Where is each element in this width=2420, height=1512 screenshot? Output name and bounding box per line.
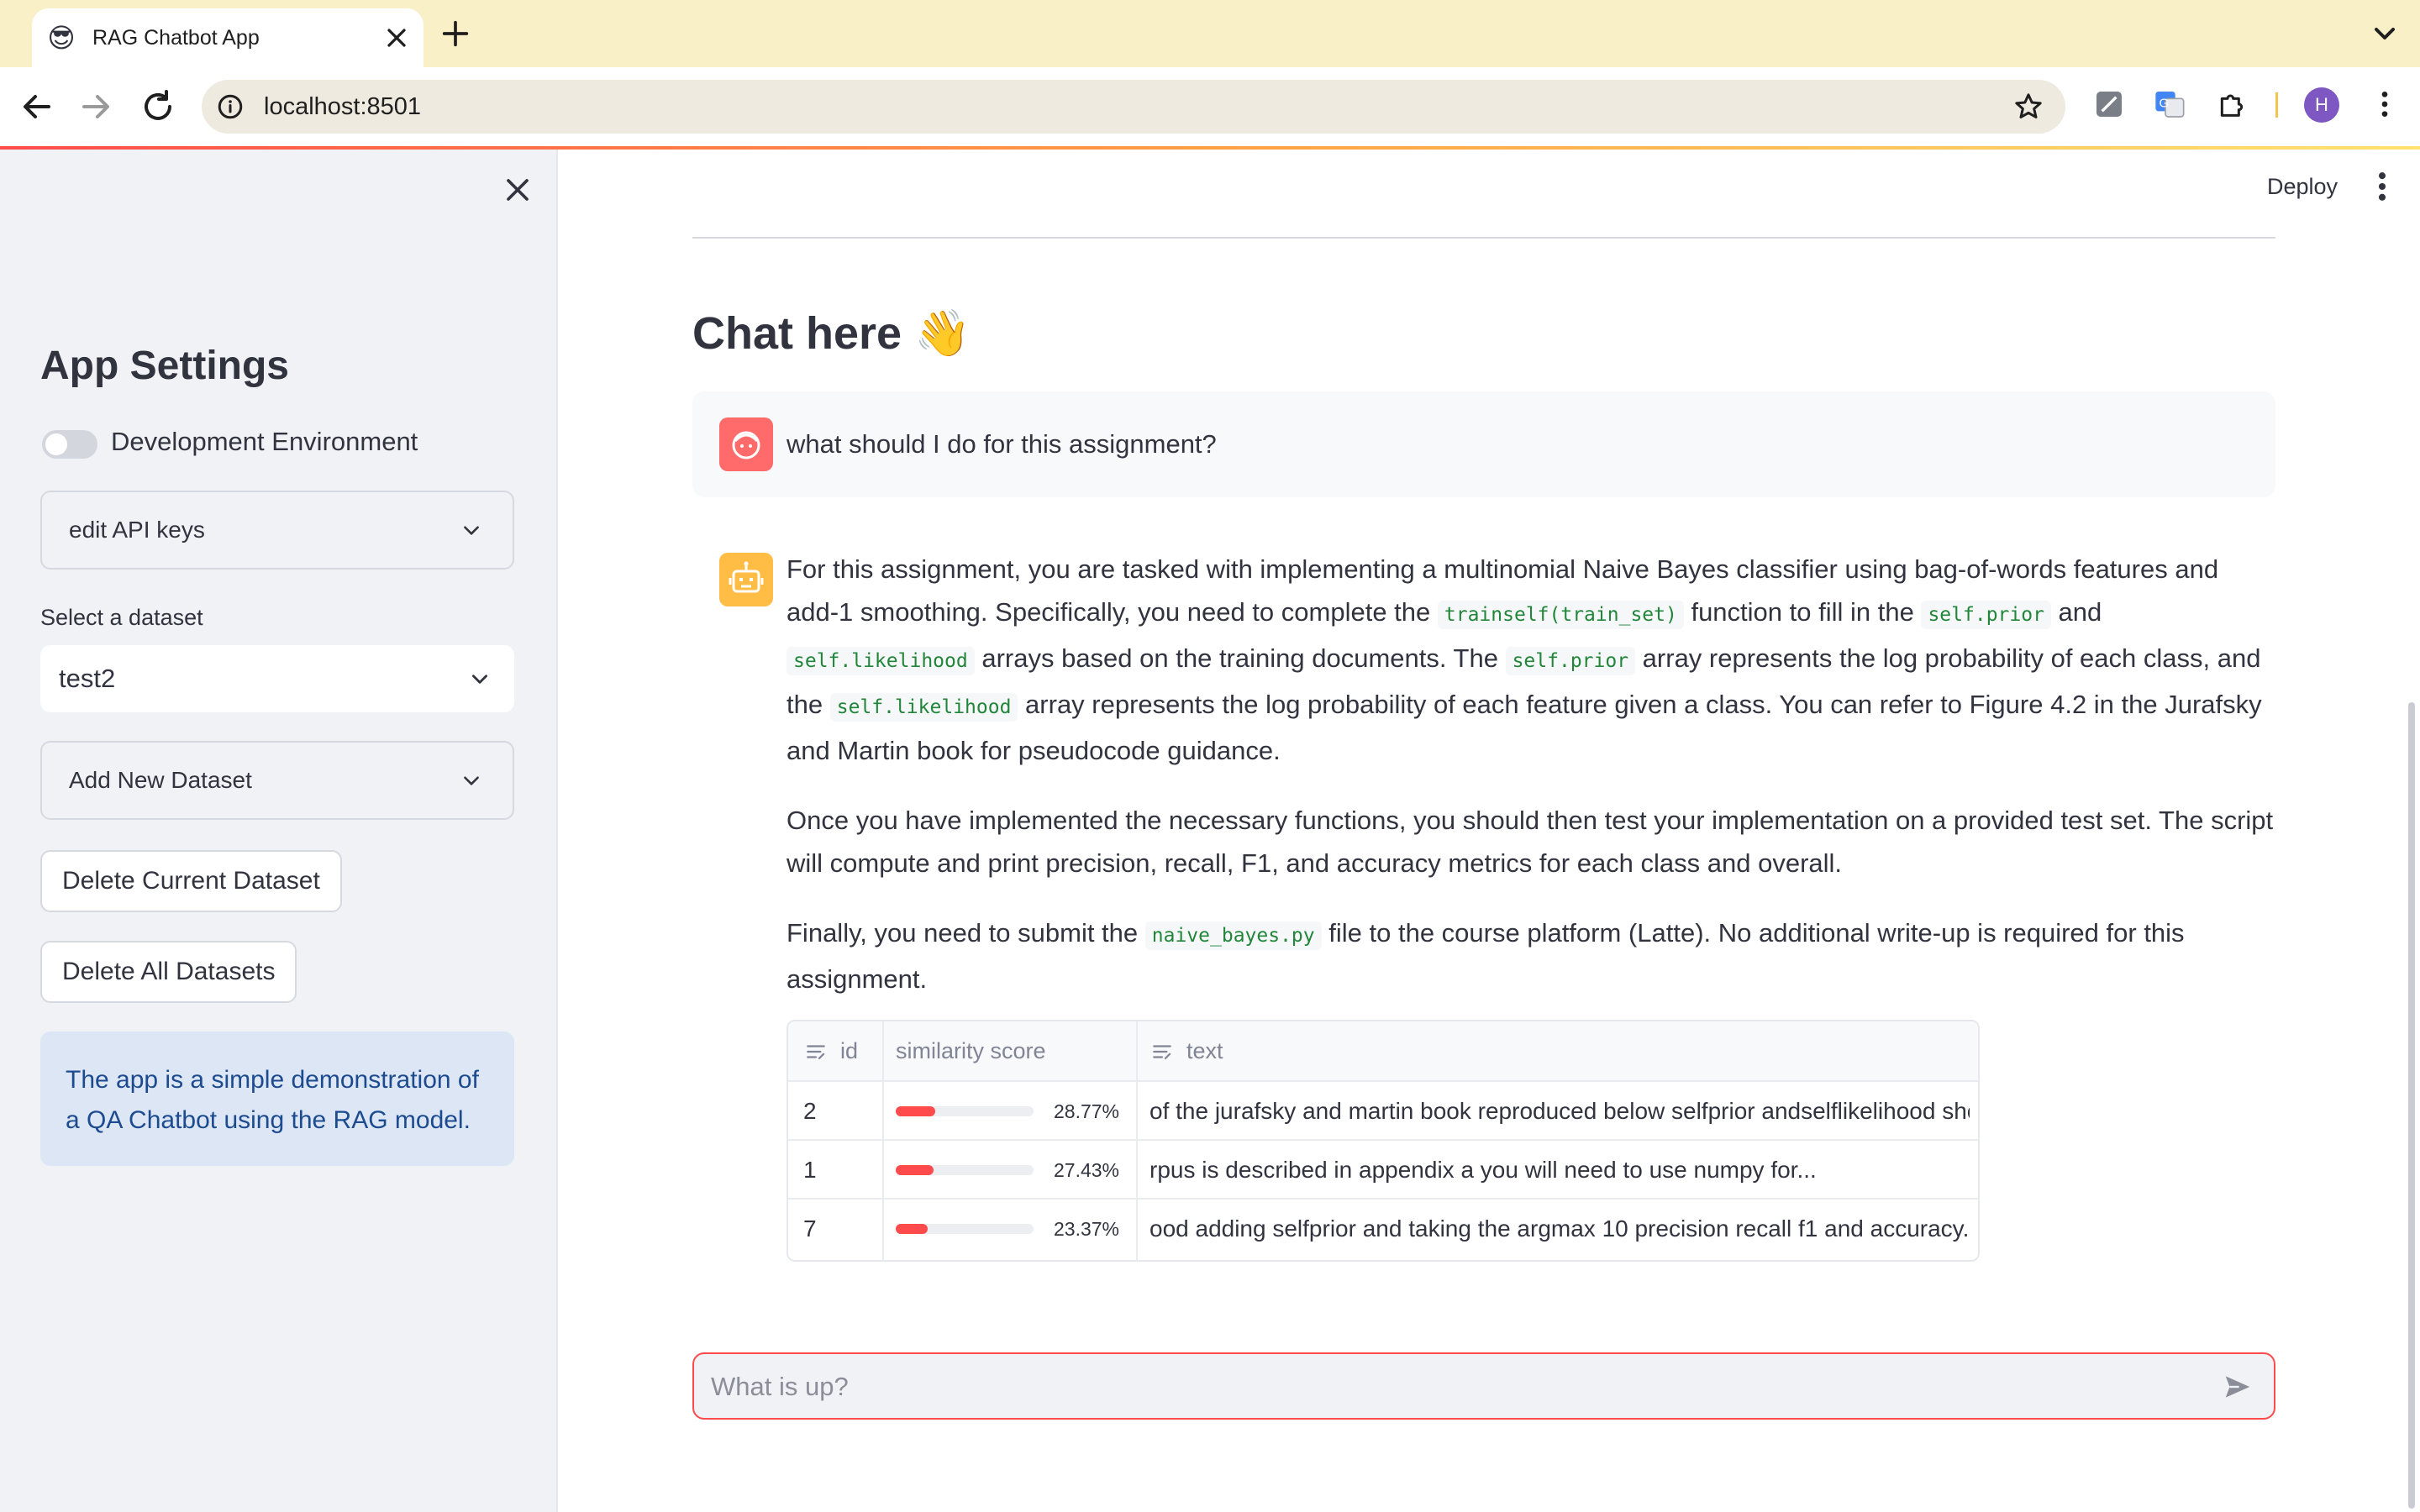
add-new-dataset-expander[interactable]: Add New Dataset [40,741,514,820]
reload-icon[interactable] [138,87,178,127]
forward-arrow-icon[interactable] [76,87,116,127]
cell-similarity-score: 23.37% [1053,1218,1119,1240]
similarity-bar [896,1106,1034,1116]
cell-text: ood adding selfprior and taking the argm… [1150,1215,1970,1242]
address-bar[interactable]: localhost:8501 [202,80,2065,134]
column-divider [1136,1021,1138,1260]
sunglasses-favicon-icon: 😎 [47,23,76,53]
table-row[interactable]: 7 23.37% ood adding selfprior and taking… [788,1198,1978,1258]
development-environment-toggle[interactable] [42,430,97,459]
chevron-down-icon [464,526,479,535]
assistant-avatar-icon [719,553,773,606]
chat-title: Chat here 👋 [692,308,971,359]
chat-input-field[interactable] [709,1354,2191,1420]
table-row[interactable]: 2 28.77% of the jurafsky and martin book… [788,1080,1978,1141]
cell-text: rpus is described in appendix a you will… [1150,1157,1817,1183]
cell-similarity-score: 27.43% [1053,1159,1119,1181]
url-text: localhost:8501 [264,93,422,120]
assistant-paragraph: Once you have implemented the necessary … [786,806,2274,878]
chevron-down-icon [464,776,479,785]
toolbar-divider [2275,92,2278,118]
delete-all-datasets-button[interactable]: Delete All Datasets [40,941,297,1003]
browser-menu-kebab-icon[interactable] [2368,87,2402,121]
edit-api-keys-expander[interactable]: edit API keys [40,491,514,570]
cell-id: 1 [803,1157,817,1183]
column-header-similarity-score[interactable]: similarity score [896,1021,1046,1080]
new-tab-icon[interactable] [439,17,472,50]
table-header-row: id similarity score text [788,1021,1978,1080]
inline-code: naive_bayes.py [1144,921,1322,950]
info-alert: The app is a simple demonstration of a Q… [40,1032,514,1166]
text-column-icon [1153,1045,1171,1060]
extensions-puzzle-icon[interactable] [2215,87,2249,121]
divider [692,237,2275,239]
browser-tab-strip: 😎 RAG Chatbot App [0,0,2420,67]
table-row[interactable]: 1 27.43% rpus is described in appendix a… [788,1139,1978,1200]
column-divider [882,1021,884,1260]
cell-similarity-score: 28.77% [1053,1100,1119,1122]
user-chat-message: what should I do for this assignment? [692,391,2275,497]
inline-code: trainself(train_set) [1437,601,1684,629]
similarity-bar-fill [896,1165,934,1175]
user-message-text: what should I do for this assignment? [786,429,1217,459]
send-icon[interactable] [2222,1371,2254,1403]
text-run: Finally, you need to submit the [786,918,1145,948]
dataset-select-label: Select a dataset [40,605,203,630]
google-translate-icon[interactable]: G [2153,87,2186,121]
chat-input[interactable] [692,1352,2275,1420]
browser-toolbar: localhost:8501 [0,67,2420,146]
text-run: and [2050,597,2102,627]
inline-code: self.prior [1921,601,2051,629]
text-column-icon [807,1045,825,1060]
expander-label: edit API keys [69,517,205,543]
close-tab-icon[interactable] [381,23,412,53]
assistant-paragraph: Finally, you need to submit the naive_ba… [786,911,2275,1000]
similarity-bar-fill [896,1106,936,1116]
svg-text:G: G [2160,96,2170,110]
similarity-bar [896,1165,1034,1175]
inline-code: self.prior [1505,647,1636,675]
sidebar-title: App Settings [40,344,289,388]
delete-current-dataset-button[interactable]: Delete Current Dataset [40,850,342,912]
assistant-paragraph: For this assignment, you are tasked with… [786,548,2275,772]
inline-code: self.likelihood [829,693,1018,722]
similarity-bar-fill [896,1224,929,1234]
text-run: function to fill in the [1683,597,1922,627]
info-text: The app is a simple demonstration of a Q… [66,1066,479,1134]
column-header-text[interactable]: text [1186,1021,1223,1080]
column-header-id[interactable]: id [840,1021,858,1080]
bookmark-star-icon[interactable] [2012,90,2045,123]
main-menu-kebab-icon[interactable] [2370,168,2395,205]
back-arrow-icon[interactable] [17,87,57,127]
deploy-button[interactable]: Deploy [2252,168,2353,205]
page-scrollbar[interactable] [2408,702,2415,1509]
similarity-table[interactable]: id similarity score text 2 28.77% of the… [786,1020,1980,1262]
expander-label: Add New Dataset [69,767,252,793]
text-run: arrays based on the training documents. … [974,643,1506,673]
dataset-select[interactable]: test2 [40,645,514,712]
close-sidebar-icon[interactable] [499,171,536,208]
inline-code: self.likelihood [786,647,975,675]
assistant-message: For this assignment, you are tasked with… [786,548,2275,1027]
toggle-label: Development Environment [111,427,418,456]
tab-title: RAG Chatbot App [92,26,260,50]
browser-tab[interactable]: 😎 RAG Chatbot App [32,8,424,67]
similarity-bar [896,1224,1034,1234]
tab-search-chevron-icon[interactable] [2368,17,2402,50]
toggle-knob [45,433,67,455]
user-avatar-icon [719,417,773,471]
profile-avatar[interactable]: H [2304,87,2339,123]
site-info-icon[interactable] [215,92,245,122]
cell-id: 7 [803,1215,817,1242]
cell-id: 2 [803,1098,817,1124]
extension-icon[interactable] [2092,87,2126,121]
cell-text: of the jurafsky and martin book reproduc… [1150,1098,1970,1124]
chevron-down-icon [472,675,487,684]
dataset-select-value: test2 [59,664,116,693]
